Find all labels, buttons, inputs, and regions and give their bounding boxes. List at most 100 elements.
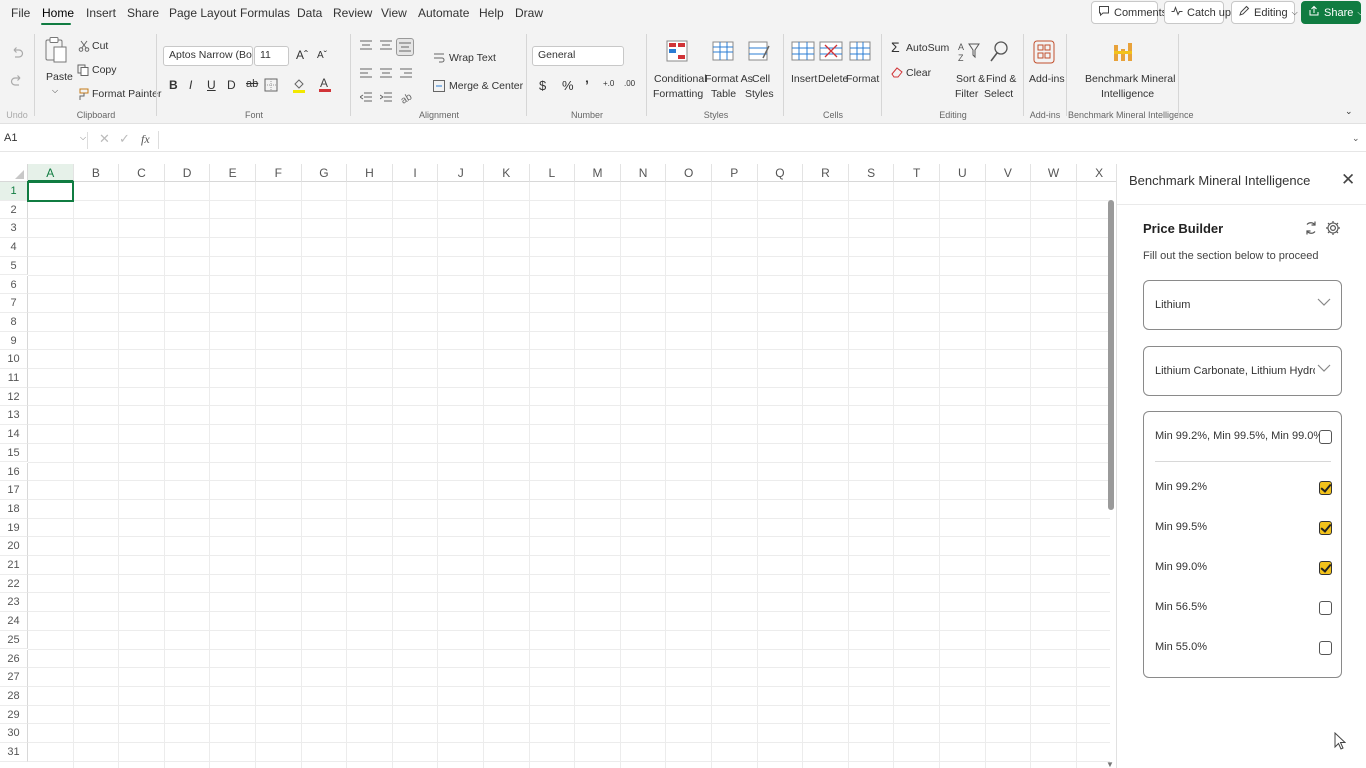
align-left-icon[interactable] [360, 68, 372, 78]
row-header-6[interactable]: 6 [0, 275, 28, 295]
row-header-24[interactable]: 24 [0, 612, 28, 631]
ribbon-collapse-icon[interactable]: ⌄ [1345, 106, 1353, 117]
align-right-icon[interactable] [400, 68, 412, 78]
column-header-b[interactable]: B [73, 164, 120, 182]
italic-icon[interactable]: I [189, 78, 192, 92]
format-cells-icon[interactable] [849, 40, 871, 62]
row-header-22[interactable]: 22 [0, 574, 28, 594]
copy-button[interactable]: Copy [92, 64, 117, 76]
row-header-11[interactable]: 11 [0, 369, 28, 388]
product-dropdown[interactable]: Lithium Carbonate, Lithium Hydro... [1143, 346, 1342, 396]
vertical-scrollbar[interactable] [1108, 200, 1114, 510]
cut-button[interactable]: Cut [92, 40, 108, 52]
formula-input[interactable] [158, 131, 1348, 149]
increase-font-icon[interactable]: Aˆ [296, 48, 308, 62]
decrease-decimal-icon[interactable]: .00 [624, 79, 635, 88]
underline-icon[interactable]: U [207, 78, 216, 92]
strikethrough-icon[interactable]: ab [246, 78, 258, 90]
comments-button[interactable]: Comments [1091, 1, 1167, 24]
redo-icon[interactable] [10, 74, 24, 88]
sort-filter-label-2[interactable]: Filter [955, 88, 978, 100]
column-header-w[interactable]: W [1031, 164, 1077, 182]
cell-styles-label-2[interactable]: Styles [745, 88, 774, 100]
column-header-d[interactable]: D [164, 164, 211, 182]
tab-review[interactable]: Review [333, 6, 372, 20]
name-box[interactable]: A1 ⌵ [2, 132, 88, 149]
grade-checkbox[interactable] [1319, 561, 1332, 575]
font-size-dropdown[interactable]: 11 [254, 46, 289, 66]
paste-label[interactable]: Paste [46, 71, 73, 83]
tab-view[interactable]: View [381, 6, 407, 20]
font-color-icon[interactable]: A [318, 76, 332, 92]
close-icon[interactable]: ✕ [1341, 170, 1355, 190]
find-select-icon[interactable] [988, 40, 1010, 64]
increase-decimal-icon[interactable]: +.0 [603, 79, 614, 88]
row-header-18[interactable]: 18 [0, 499, 28, 519]
column-header-s[interactable]: S [848, 164, 895, 182]
insert-cells-button[interactable]: Insert [791, 73, 817, 85]
row-header-5[interactable]: 5 [0, 256, 28, 276]
paste-icon[interactable] [44, 36, 68, 64]
row-header-3[interactable]: 3 [0, 219, 28, 239]
tab-home[interactable]: Home [42, 6, 74, 20]
column-header-l[interactable]: L [529, 164, 576, 182]
row-header-12[interactable]: 12 [0, 387, 28, 407]
cancel-icon[interactable]: ✕ [99, 131, 110, 147]
scroll-down-icon[interactable]: ▼ [1106, 760, 1114, 768]
formula-expand-icon[interactable]: ⌄ [1352, 133, 1360, 144]
row-header-26[interactable]: 26 [0, 649, 28, 669]
delete-cells-icon[interactable] [819, 40, 843, 62]
tab-share[interactable]: Share [127, 6, 159, 20]
align-middle-icon[interactable] [380, 40, 392, 50]
addins-label[interactable]: Add-ins [1029, 73, 1065, 85]
row-header-28[interactable]: 28 [0, 686, 28, 706]
chevron-down-icon[interactable]: ⌵ [52, 86, 58, 96]
column-header-f[interactable]: F [256, 164, 302, 182]
sort-filter-label[interactable]: Sort & [956, 73, 985, 85]
active-cell[interactable] [27, 181, 74, 202]
row-header-27[interactable]: 27 [0, 668, 28, 687]
tab-automate[interactable]: Automate [418, 6, 469, 20]
currency-icon[interactable]: $ [539, 78, 546, 93]
row-header-13[interactable]: 13 [0, 406, 28, 426]
row-header-4[interactable]: 4 [0, 238, 28, 257]
addins-icon[interactable] [1033, 40, 1055, 64]
worksheet-grid[interactable]: ABCDEFGHIJKLMNOPQRSTUVWX 1 2 3 4 5 6 7 8 9 10 11 12… [0, 164, 1116, 768]
decrease-font-icon[interactable]: Aˇ [317, 50, 327, 61]
row-header-25[interactable]: 25 [0, 630, 28, 650]
column-header-k[interactable]: K [484, 164, 530, 182]
tab-file[interactable]: File [11, 6, 30, 20]
orientation-icon[interactable]: ab [400, 90, 414, 104]
select-all-checkbox[interactable] [1319, 430, 1332, 444]
grade-checkbox[interactable] [1319, 521, 1332, 535]
bmi-logo-icon[interactable] [1112, 39, 1134, 65]
grade-option[interactable]: Min 99.5% [1144, 518, 1341, 540]
decrease-indent-icon[interactable] [360, 92, 372, 102]
column-header-v[interactable]: V [985, 164, 1032, 182]
column-header-u[interactable]: U [940, 164, 986, 182]
align-top-icon[interactable] [360, 40, 372, 50]
bmi-label-2[interactable]: Intelligence [1101, 88, 1154, 100]
grade-checkbox[interactable] [1319, 601, 1332, 615]
bmi-label[interactable]: Benchmark Mineral [1085, 73, 1175, 85]
tab-data[interactable]: Data [297, 6, 322, 20]
align-bottom-icon[interactable] [396, 38, 414, 56]
grade-select-all[interactable]: Min 99.2%, Min 99.5%, Min 99.0% [1144, 427, 1341, 449]
row-header-31[interactable]: 31 [0, 743, 28, 762]
column-header-x[interactable]: X [1076, 164, 1116, 182]
row-header-29[interactable]: 29 [0, 705, 28, 725]
row-header-16[interactable]: 16 [0, 462, 28, 482]
align-center-icon[interactable] [380, 68, 392, 78]
grade-checkbox[interactable] [1319, 641, 1332, 655]
conditional-formatting-label[interactable]: Conditional [654, 73, 707, 85]
column-header-g[interactable]: G [301, 164, 348, 182]
column-header-h[interactable]: H [347, 164, 393, 182]
number-format-dropdown[interactable]: General [532, 46, 624, 66]
conditional-formatting-label-2[interactable]: Formatting [653, 88, 703, 100]
row-header-17[interactable]: 17 [0, 481, 28, 500]
merge-center-button[interactable]: Merge & Center [449, 80, 523, 92]
row-header-21[interactable]: 21 [0, 556, 28, 575]
undo-icon[interactable] [10, 46, 24, 60]
tab-help[interactable]: Help [479, 6, 504, 20]
column-header-i[interactable]: I [392, 164, 439, 182]
